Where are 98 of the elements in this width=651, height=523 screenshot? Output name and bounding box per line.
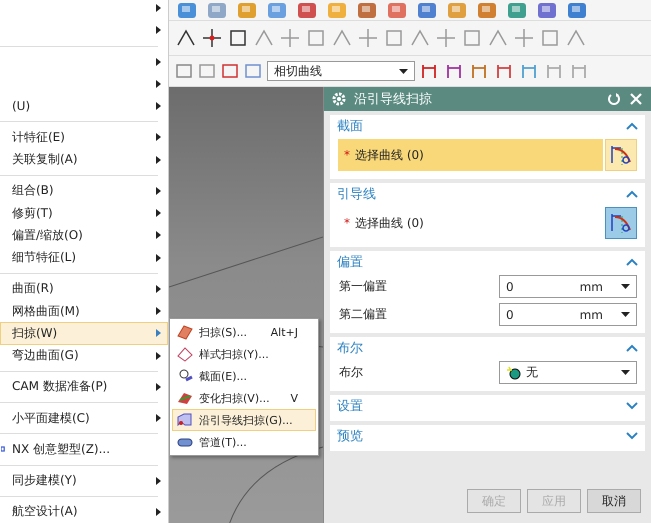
tool-icon[interactable]	[265, 1, 289, 19]
tool-icon[interactable]	[244, 62, 262, 80]
menu-item[interactable]: 关联复制(A)	[0, 148, 168, 171]
collapse-chevron-icon	[626, 258, 638, 266]
submenu-arrow-icon	[156, 186, 161, 195]
sketch-tool-icon[interactable]	[201, 27, 223, 49]
section-header[interactable]: 布尔	[330, 337, 645, 359]
field-label: 第一偏置	[339, 278, 387, 295]
caret-icon	[399, 68, 408, 74]
field-label: 布尔	[339, 364, 363, 381]
required-asterisk: *	[344, 216, 350, 230]
menu-item[interactable]: (U)	[0, 95, 168, 118]
submenu-arrow-icon	[156, 329, 161, 338]
menu-item[interactable]: 细节特征(L)	[0, 246, 168, 269]
tool-icon[interactable]	[198, 62, 216, 80]
tool-icon[interactable]	[355, 1, 379, 19]
select-curve-field[interactable]: * 选择曲线 (0)	[338, 139, 603, 171]
menu-item[interactable]: 扫掠(S)... Alt+J	[172, 321, 316, 343]
dialog-button[interactable]: 取消	[587, 489, 641, 513]
curve-type-dropdown[interactable]: 相切曲线	[267, 61, 415, 81]
collapse-chevron-icon	[626, 190, 638, 198]
submenu-arrow-icon	[156, 414, 161, 422]
tool-icon[interactable]	[415, 1, 439, 19]
menu-item[interactable]: 偏置/缩放(O)	[0, 224, 168, 247]
section-header[interactable]: 引导线	[330, 183, 645, 205]
submenu-arrow-icon	[156, 382, 161, 391]
select-curve-label: 选择曲线 (0)	[355, 214, 424, 232]
submenu-arrow-icon	[156, 102, 161, 110]
menu-item[interactable]: 扫掠(W)	[0, 322, 168, 345]
section-header[interactable]: 设置	[330, 395, 645, 417]
dialog-title: 沿引导线扫掠	[354, 91, 433, 108]
field-label: 第二偏置	[339, 306, 387, 323]
sweep-icon	[176, 346, 194, 362]
menu-item[interactable]: 修剪(T)	[0, 202, 168, 224]
submenu-arrow-icon	[156, 307, 161, 316]
submenu-arrow-icon	[156, 80, 161, 88]
submenu-arrow-icon	[156, 4, 161, 12]
submenu-arrow-icon	[156, 209, 161, 218]
menu-item[interactable]: 沿引导线扫掠(G)...	[172, 409, 316, 431]
tool-icon[interactable]	[535, 1, 559, 19]
menu-item[interactable]: 网格曲面(M)	[0, 300, 168, 322]
sweep-icon	[176, 324, 194, 340]
menu-item[interactable]: 样式扫掠(Y)...	[172, 343, 316, 365]
select-curve-field[interactable]: * 选择曲线 (0)	[338, 207, 603, 239]
offset-input[interactable]: 0 mm	[499, 303, 637, 326]
sweep-icon	[176, 412, 194, 428]
menu-item[interactable]: 弯边曲面(G)	[0, 344, 168, 367]
menu-item[interactable]: 管道(T)...	[172, 431, 316, 453]
menu-item[interactable]: 截面(E)...	[172, 365, 316, 387]
submenu-arrow-icon	[156, 156, 161, 164]
menu-item[interactable]: 小平面建模(C)	[0, 407, 168, 430]
tool-icon[interactable]	[221, 62, 239, 80]
caret-icon	[621, 370, 630, 375]
expand-chevron-icon	[626, 402, 638, 410]
caret-icon	[621, 312, 630, 317]
submenu-arrow-icon	[156, 508, 161, 516]
tool-icon[interactable]	[475, 1, 499, 19]
menu-item[interactable]: 航空设计(A)	[0, 500, 168, 523]
collapse-chevron-icon	[626, 344, 638, 352]
tool-icon[interactable]	[175, 1, 199, 19]
section-header[interactable]: 预览	[330, 425, 645, 447]
collapse-chevron-icon	[626, 122, 638, 130]
tool-icon[interactable]	[505, 1, 529, 19]
select-curve-label: 选择曲线 (0)	[355, 146, 424, 164]
offset-input[interactable]: 0 mm	[499, 275, 637, 298]
submenu-arrow-icon	[156, 26, 161, 34]
menu-item[interactable]: 计特征(E)	[0, 126, 168, 149]
menu-item[interactable]: NX 创意塑型(Z)...	[0, 438, 168, 461]
section-header[interactable]: 偏置	[330, 251, 645, 273]
menu-item[interactable]: 曲面(R)	[0, 278, 168, 300]
submenu-arrow-icon	[156, 352, 161, 360]
boolean-dropdown[interactable]: 无	[499, 361, 637, 384]
curve-select-button[interactable]	[605, 207, 637, 239]
required-asterisk: *	[344, 148, 350, 162]
menu-item[interactable]: 同步建模(Y)	[0, 469, 168, 492]
caret-icon	[621, 284, 630, 289]
submenu-arrow-icon	[156, 231, 161, 240]
expand-chevron-icon	[626, 432, 638, 440]
submenu-arrow-icon	[156, 133, 161, 142]
tool-icon[interactable]	[175, 62, 193, 80]
tool-icon[interactable]	[295, 1, 319, 19]
submenu-arrow-icon	[156, 254, 161, 262]
tool-icon[interactable]	[385, 1, 409, 19]
submenu-arrow-icon	[156, 284, 161, 293]
reset-icon[interactable]	[607, 92, 621, 106]
section-header[interactable]: 截面	[330, 115, 645, 137]
sweep-icon	[176, 390, 194, 406]
curve-icon	[609, 211, 633, 235]
close-icon[interactable]	[629, 92, 643, 106]
settings-icon[interactable]	[332, 92, 346, 106]
submenu-arrow-icon	[156, 58, 161, 66]
submenu-arrow-icon	[156, 476, 161, 485]
menu-item[interactable]: 变化扫掠(V)... V	[172, 387, 316, 409]
tool-icon[interactable]	[565, 1, 589, 19]
menu-item[interactable]: CAM 数据准备(P)	[0, 376, 168, 398]
boolean-none-icon	[506, 366, 522, 380]
curve-icon	[609, 143, 633, 167]
menu-item[interactable]: 组合(B)	[0, 180, 168, 202]
